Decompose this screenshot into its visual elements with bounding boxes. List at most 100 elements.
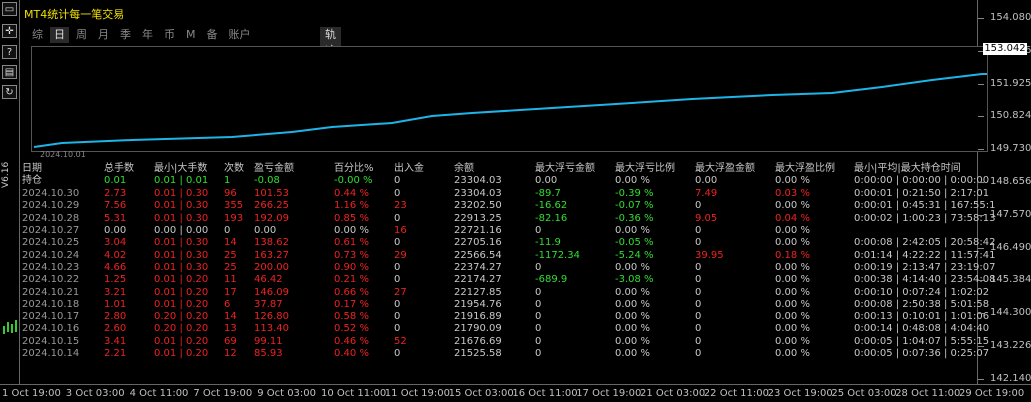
row-5-col-8: -1172.34 — [535, 249, 580, 261]
row-12-col-9: 0.00 % — [615, 335, 650, 347]
tab-5[interactable]: 年 — [138, 27, 157, 43]
row-4-col-7: 22705.16 — [454, 237, 502, 249]
row-13-col-3: 12 — [224, 348, 237, 359]
row-13-col-12: 0:00:05 | 0:07:36 | 0:25:07 — [854, 348, 990, 359]
refresh-icon[interactable]: ↻ — [2, 85, 17, 99]
row-7-col-2: 0.01 | 0.20 — [154, 274, 209, 286]
row-6-col-3: 25 — [224, 261, 237, 273]
row-0-col-10: 7.49 — [695, 188, 718, 200]
price-tick-label: 149.730 — [990, 143, 1031, 155]
row-7-col-11: 0.00 % — [775, 274, 810, 286]
row-13-col-5: 0.40 % — [334, 348, 369, 359]
crosshair-icon[interactable]: ✛ — [2, 24, 17, 38]
panel-title: MT4统计每一笔交易 — [24, 8, 125, 21]
holding-row-col-1: 0.01 — [104, 175, 127, 187]
holding-row-col-11: 0.00 % — [775, 175, 810, 187]
row-11-col-8: 0 — [535, 323, 542, 335]
row-8-col-9: 0.00 % — [615, 286, 650, 298]
row-5-col-2: 0.01 | 0.30 — [154, 249, 209, 261]
row-8-col-0: 2024.10.21 — [22, 286, 80, 298]
row-2-col-3: 193 — [224, 212, 244, 224]
row-10-col-0: 2024.10.17 — [22, 311, 80, 323]
row-5-col-12: 0:01:14 | 4:22:22 | 11:57:41 — [854, 249, 996, 261]
holding-row-col-4: -0.08 — [254, 175, 280, 187]
stats-icon[interactable]: ▤ — [2, 65, 17, 79]
tab-6[interactable]: 币 — [160, 27, 179, 43]
row-0-col-6: 0 — [394, 188, 401, 200]
tab-0[interactable]: 综 — [28, 27, 47, 43]
row-9-col-5: 0.17 % — [334, 298, 369, 310]
row-8-col-7: 22127.85 — [454, 286, 502, 298]
row-2-col-2: 0.01 | 0.30 — [154, 212, 209, 224]
row-13-col-10: 0 — [695, 348, 702, 359]
row-4-col-10: 0 — [695, 237, 702, 249]
window-icon[interactable]: ▭ — [2, 2, 17, 16]
row-6-col-4: 200.00 — [254, 261, 289, 273]
row-4-col-9: -0.05 % — [615, 237, 654, 249]
row-3-col-9: 0.00 % — [615, 225, 650, 236]
row-5-col-5: 0.73 % — [334, 249, 369, 261]
row-1-col-8: -16.62 — [535, 200, 568, 212]
tab-9[interactable]: 账户 — [225, 27, 255, 43]
price-tick-label: 151.925 — [990, 77, 1031, 89]
row-10-col-2: 0.20 | 0.20 — [154, 311, 209, 323]
row-6-col-2: 0.01 | 0.30 — [154, 261, 209, 273]
row-12-col-11: 0.00 % — [775, 335, 810, 347]
row-12-col-2: 0.01 | 0.20 — [154, 335, 209, 347]
row-10-col-3: 14 — [224, 311, 237, 323]
row-2-col-5: 0.85 % — [334, 212, 369, 224]
row-6-col-1: 4.66 — [104, 261, 127, 273]
tab-1[interactable]: 日 — [50, 27, 69, 43]
row-6-col-10: 0 — [695, 261, 702, 273]
row-0-col-9: -0.39 % — [615, 188, 654, 200]
row-1-col-1: 7.56 — [104, 200, 127, 212]
header-col-6: 出入金 — [394, 163, 424, 174]
time-tick-label: 17 Oct 19:00 — [576, 388, 642, 399]
price-tick-mark — [978, 247, 984, 249]
row-9-col-2: 0.01 | 0.20 — [154, 298, 209, 310]
tab-3[interactable]: 月 — [94, 27, 113, 43]
holding-row-col-0: 持仓 — [22, 175, 42, 187]
row-4-col-11: 0.00 % — [775, 237, 810, 249]
row-4-col-8: -11.9 — [535, 237, 561, 249]
row-4-col-2: 0.01 | 0.30 — [154, 237, 209, 249]
row-12-col-1: 3.41 — [104, 335, 127, 347]
tab-4[interactable]: 季 — [116, 27, 135, 43]
row-5-col-7: 22566.54 — [454, 249, 502, 261]
row-9-col-11: 0.00 % — [775, 298, 810, 310]
row-1-col-0: 2024.10.29 — [22, 200, 80, 212]
price-tick-label: 144.300 — [990, 307, 1031, 319]
current-price: 153.042 — [983, 43, 1027, 55]
tab-8[interactable]: 备 — [203, 27, 222, 43]
row-11-col-4: 113.40 — [254, 323, 289, 335]
price-tick-label: 145.384 — [990, 274, 1031, 286]
row-2-col-0: 2024.10.28 — [22, 212, 80, 224]
row-3-col-8: 0 — [535, 225, 542, 236]
price-tick-mark — [978, 280, 984, 282]
header-col-8: 最大浮亏金额 — [535, 163, 595, 174]
tab-7[interactable]: M — [182, 27, 200, 43]
price-tick-label: 148.656 — [990, 176, 1031, 187]
row-13-col-6: 0 — [394, 348, 401, 359]
row-4-col-5: 0.61 % — [334, 237, 369, 249]
row-4-col-1: 3.04 — [104, 237, 127, 249]
row-1-col-6: 23 — [394, 200, 407, 212]
header-col-4: 盈亏金额 — [254, 163, 294, 174]
price-tick-label: 150.824 — [990, 110, 1031, 122]
row-12-col-12: 0:00:05 | 1:04:07 | 5:55:15 — [854, 335, 990, 347]
row-1-col-7: 23202.50 — [454, 200, 502, 212]
header-col-3: 次数 — [224, 163, 244, 174]
row-10-col-9: 0.00 % — [615, 311, 650, 323]
row-6-col-0: 2024.10.23 — [22, 261, 80, 273]
time-tick-label: 16 Oct 11:00 — [512, 388, 578, 399]
row-11-col-5: 0.52 % — [334, 323, 369, 335]
row-12-col-8: 0 — [535, 335, 542, 347]
row-1-col-12: 0:00:01 | 0:45:31 | 167:55:1 — [854, 200, 996, 212]
row-13-col-1: 2.21 — [104, 348, 127, 359]
time-tick-label: 9 Oct 03:00 — [257, 388, 317, 399]
candles-icon — [3, 320, 17, 334]
holding-row-col-2: 0.01 | 0.01 — [154, 175, 209, 187]
tab-2[interactable]: 周 — [72, 27, 91, 43]
row-1-col-11: 0.00 % — [775, 200, 810, 212]
help-icon[interactable]: ? — [2, 45, 17, 59]
